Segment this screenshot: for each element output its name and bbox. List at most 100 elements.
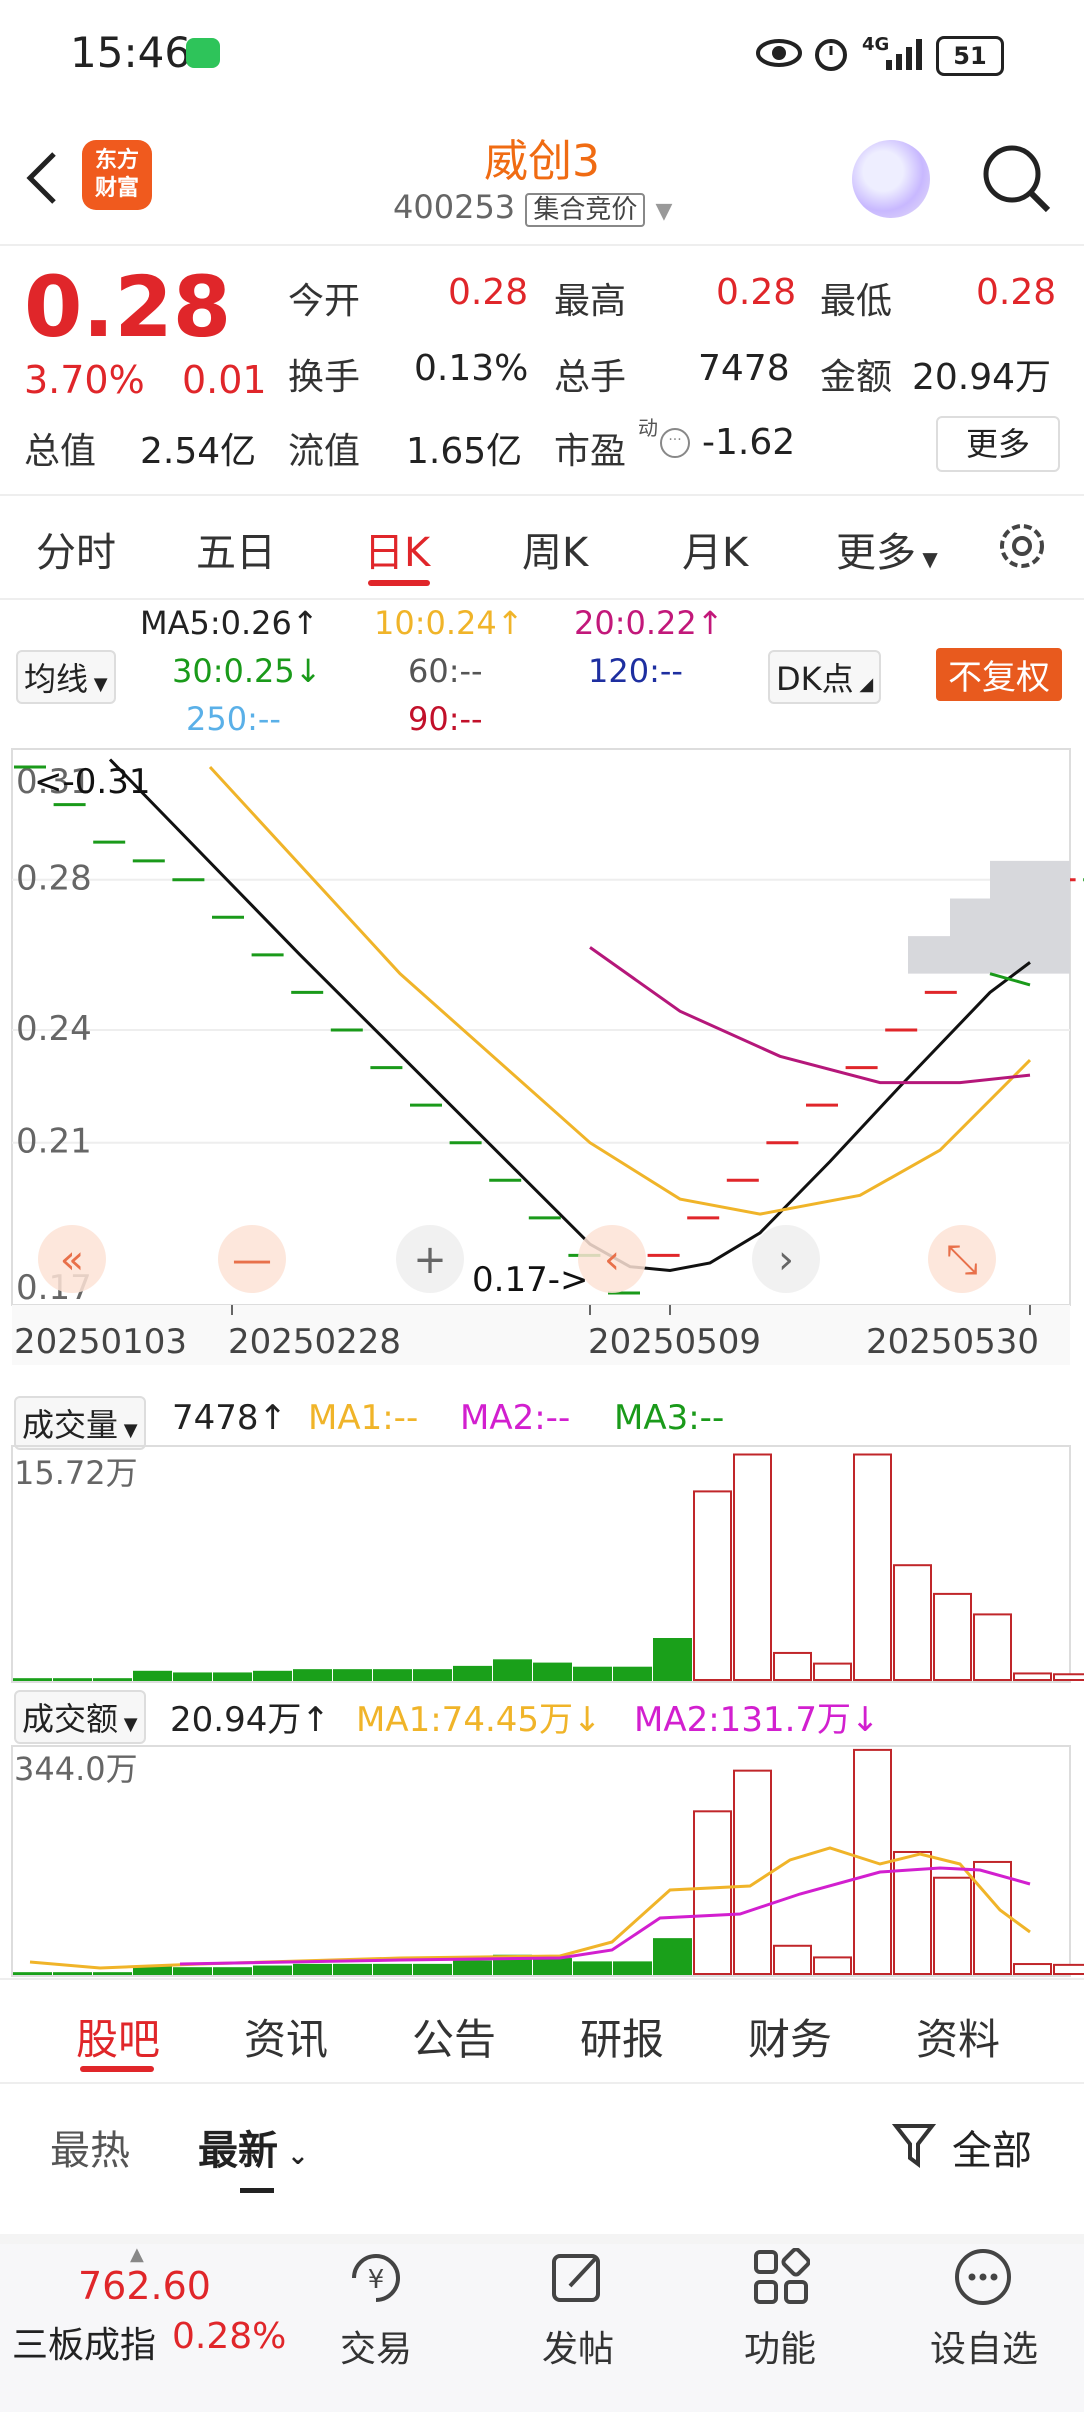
more-dots-icon[interactable] [952, 2246, 1014, 2308]
y-tick-label: 0.21 [16, 1122, 92, 1162]
amount-bar [173, 1967, 212, 1976]
filter-all[interactable]: 全部 [952, 2118, 1032, 2176]
volume-ma2: MA2:-- [460, 1398, 571, 1438]
amount-bar [773, 1944, 812, 1975]
tab-profile[interactable]: 资料 [916, 2006, 1000, 2067]
x-tick-label: 20250103 [14, 1322, 187, 1362]
amount-bar [573, 1961, 612, 1976]
zoom-out-icon[interactable]: — [218, 1225, 286, 1293]
tab-news[interactable]: 资讯 [244, 2006, 328, 2067]
sort-indicator [240, 2188, 274, 2193]
back-icon[interactable] [22, 148, 62, 208]
volume-value: 7478↑ [172, 1398, 288, 1438]
value-turnover: 0.13% [414, 348, 529, 389]
message-icon [186, 38, 220, 68]
volume-bar [613, 1666, 652, 1681]
volume-bar [13, 1678, 52, 1681]
zoom-in-icon[interactable]: + [396, 1225, 464, 1293]
divider [0, 494, 1084, 496]
x-tick-label: 20250509 [588, 1322, 761, 1362]
svg-text:«: « [60, 1237, 84, 1283]
dk-button[interactable]: DK点 ◢ [768, 650, 882, 704]
volume-bar [453, 1665, 492, 1682]
volume-bar [1053, 1673, 1084, 1681]
sort-new-label: 最新 [198, 2128, 278, 2174]
tab-announcements[interactable]: 公告 [412, 2006, 496, 2067]
chart-frame [11, 748, 1071, 1306]
value-low: 0.28 [976, 272, 1057, 313]
tab-daily-k[interactable]: 日K [364, 520, 430, 578]
tab-guba[interactable]: 股吧 [76, 2006, 160, 2067]
ma120-value: 120:-- [588, 652, 683, 690]
index-name[interactable]: 三板成指 [12, 2316, 156, 2368]
fullscreen-icon[interactable]: ⤡ [928, 1225, 996, 1293]
value-amount: 20.94万 [912, 357, 1052, 398]
amount-bar [933, 1876, 972, 1975]
sort-new[interactable]: 最新 ⌄ [198, 2118, 309, 2176]
trade-yen-icon[interactable]: ¥ [344, 2246, 408, 2310]
robot-avatar-icon[interactable] [852, 140, 930, 218]
tab-more[interactable]: 更多 ▼ [836, 520, 938, 578]
amount-bar [1013, 1963, 1052, 1975]
nav-functions[interactable]: 功能 [720, 2320, 840, 2372]
auction-tag: 集合竞价 [525, 193, 646, 227]
stock-subtitle[interactable]: 400253 集合竞价 ▼ [393, 188, 672, 227]
scroll-left-icon[interactable]: ‹ [578, 1225, 646, 1293]
expand-arrow-icon[interactable]: ▲ [130, 2244, 144, 2265]
svg-text:¥: ¥ [368, 2265, 385, 2295]
volume-bar [693, 1490, 732, 1682]
kline-chart[interactable]: 0.310.280.240.210.17<-0.310.17->« — + ‹ › ⤡20… [0, 745, 1084, 1385]
index-pct: 0.28% [172, 2316, 287, 2357]
svg-text:—: — [232, 1237, 272, 1283]
volume-dropdown[interactable]: 成交量 ▼ [14, 1396, 146, 1450]
battery-icon: 51 [936, 36, 1004, 76]
index-value[interactable]: 762.60 [78, 2264, 211, 2308]
label-high: 最高 [554, 281, 627, 322]
current-price: 0.28 [24, 258, 232, 356]
value-high: 0.28 [716, 272, 797, 313]
volume-bar [253, 1670, 292, 1682]
label-volume: 总手 [554, 357, 627, 398]
filter-icon[interactable] [892, 2120, 936, 2170]
scroll-right-icon[interactable]: › [752, 1225, 820, 1293]
value-total-cap: 2.54亿 [140, 431, 257, 472]
value-float-cap: 1.65亿 [406, 431, 523, 472]
nav-post[interactable]: 发帖 [518, 2320, 638, 2372]
ma-dropdown[interactable]: 均线 ▼ [16, 650, 116, 704]
ma10-value: 10:0.24↑ [374, 604, 524, 642]
tab-indicator [368, 580, 430, 586]
tab-finance[interactable]: 财务 [748, 2006, 832, 2067]
nav-trade[interactable]: 交易 [316, 2320, 436, 2372]
volume-bar [1013, 1672, 1052, 1682]
tab-weekly-k[interactable]: 周K [522, 520, 588, 578]
more-button[interactable]: 更多 [936, 416, 1060, 472]
low-marker: 0.17-> [472, 1260, 588, 1300]
amount-value: 20.94万↑ [170, 1700, 330, 1740]
tab-research[interactable]: 研报 [580, 2006, 664, 2067]
compose-icon[interactable] [548, 2248, 608, 2308]
volume-ma3: MA3:-- [614, 1398, 725, 1438]
amount-bar [373, 1963, 412, 1975]
volume-bar [813, 1662, 852, 1682]
signal-icon [886, 39, 922, 70]
amount-bar [453, 1960, 492, 1976]
y-tick-label: 0.24 [16, 1009, 92, 1049]
info-icon[interactable]: ··· [660, 428, 690, 458]
sort-hot[interactable]: 最热 [50, 2118, 130, 2176]
volume-bar [733, 1453, 772, 1681]
search-icon[interactable] [980, 142, 1052, 214]
amount-dropdown[interactable]: 成交额 ▼ [14, 1690, 146, 1744]
amount-bar [253, 1965, 292, 1975]
ma5-value: MA5:0.26↑ [140, 604, 319, 642]
settings-gear-icon[interactable] [994, 518, 1050, 574]
volume-bar [173, 1672, 212, 1682]
grid-apps-icon[interactable] [752, 2248, 810, 2306]
amount-bar [413, 1963, 452, 1975]
adjust-button[interactable]: 不复权 [936, 648, 1062, 701]
tab-five-day[interactable]: 五日 [196, 520, 276, 578]
rewind-icon[interactable]: « [38, 1225, 106, 1293]
amount-bar [653, 1938, 692, 1975]
tab-monthly-k[interactable]: 月K [682, 520, 748, 578]
tab-intraday[interactable]: 分时 [36, 520, 116, 578]
nav-add-watchlist[interactable]: 设自选 [922, 2320, 1046, 2372]
